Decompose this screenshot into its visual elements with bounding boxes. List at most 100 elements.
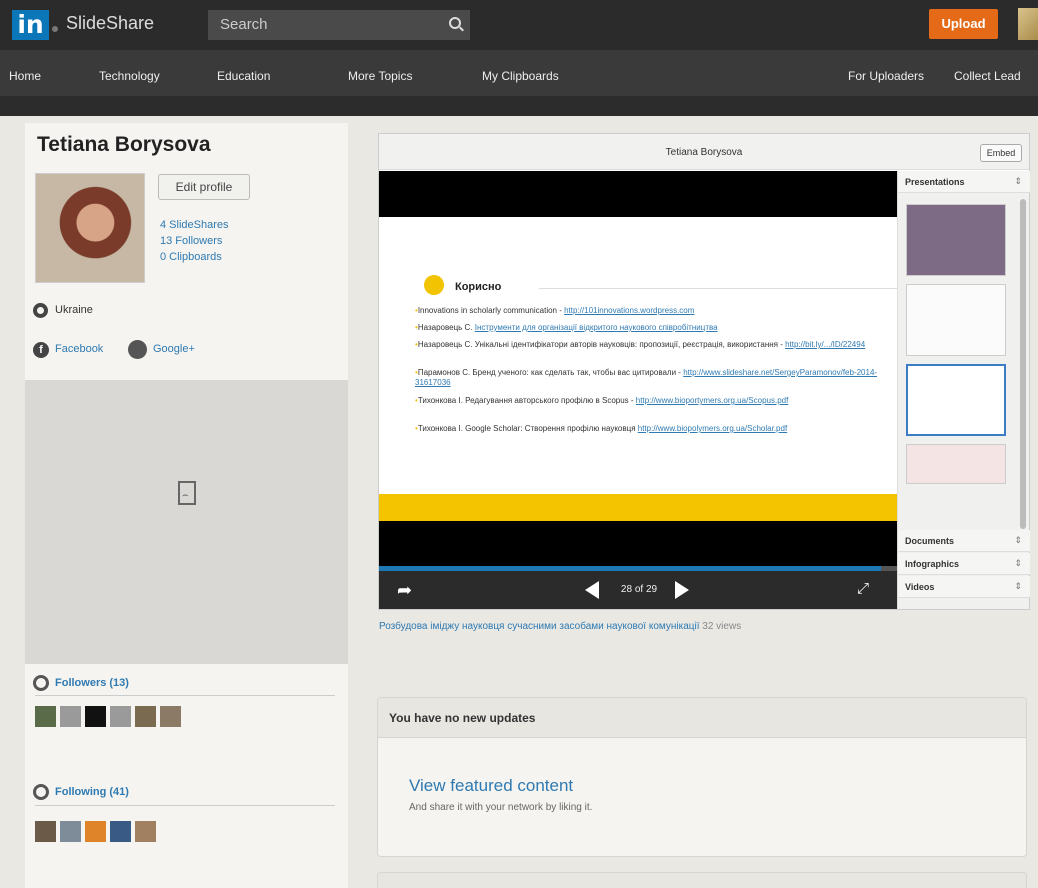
follower-avatar[interactable]: [160, 706, 181, 727]
related-thumbnail[interactable]: [906, 204, 1006, 276]
slide-yellow-band: [379, 494, 897, 521]
following-avatar[interactable]: [60, 821, 81, 842]
linkedin-logo[interactable]: in: [12, 10, 49, 40]
updates-panel: You have no new updates View featured co…: [377, 697, 1027, 857]
search-input[interactable]: Search: [208, 10, 470, 40]
slide-line: •Тихонкова І. Редагування авторського пр…: [415, 396, 789, 405]
chevron-icon: ⇕: [1014, 558, 1022, 568]
player-controls: ➦ 28 of 29 ⤢: [379, 571, 897, 609]
google-plus-icon[interactable]: [128, 340, 147, 359]
nav-my-clipboards[interactable]: My Clipboards: [482, 69, 559, 83]
following-avatar[interactable]: [135, 821, 156, 842]
presentation-title-link[interactable]: Розбудова іміджу науковця сучасними засо…: [379, 621, 700, 632]
slide-link[interactable]: http://bit.ly/.../ID/22494: [785, 340, 865, 349]
slide-line: •Назаровець С. Унікальні ідентифікатори …: [415, 340, 866, 349]
slide-bottom-bar: [379, 521, 897, 566]
slide-link[interactable]: http://www.bioportymers.org.ua/Scopus.pd…: [636, 396, 789, 405]
followers-title[interactable]: Followers (13): [55, 677, 129, 689]
next-slide-icon[interactable]: [675, 581, 689, 599]
view-featured-link[interactable]: View featured content: [409, 776, 573, 796]
profile-panel: Tetiana Borysova Edit profile 4 SlideSha…: [25, 123, 348, 888]
chevron-icon: ⇕: [1014, 581, 1022, 591]
follower-avatar[interactable]: [110, 706, 131, 727]
slide-line: •Innovations in scholarly communication …: [415, 306, 695, 315]
followers-divider: [35, 695, 335, 696]
slide-top-bar: [379, 171, 897, 217]
chevron-icon: ⇕: [1014, 535, 1022, 545]
related-thumbnail-active[interactable]: [906, 364, 1006, 436]
chevron-icon: ⇕: [1014, 176, 1022, 186]
related-thumbnail[interactable]: [906, 284, 1006, 356]
next-panel: [377, 872, 1027, 888]
location-pin-icon: [33, 303, 48, 318]
views-count: 32 views: [702, 621, 742, 632]
follower-avatar[interactable]: [135, 706, 156, 727]
tab-presentations[interactable]: Presentations ⇕: [898, 171, 1030, 193]
main-nav: Home Technology Education More Topics My…: [0, 50, 1038, 96]
profile-name: Tetiana Borysova: [37, 133, 211, 156]
slide-canvas[interactable]: Корисно •Innovations in scholarly commun…: [379, 171, 897, 609]
slide-counter: 28 of 29: [620, 584, 658, 595]
brand-name[interactable]: SlideShare: [66, 13, 154, 34]
sidebar-scrollbar[interactable]: [1020, 199, 1026, 529]
following-section-icon: [33, 784, 49, 800]
featured-subtext: And share it with your network by liking…: [409, 802, 593, 813]
facebook-icon[interactable]: f: [33, 342, 49, 358]
broken-document-icon: [178, 481, 196, 505]
updates-header: You have no new updates: [378, 698, 1026, 738]
tab-videos[interactable]: Videos ⇕: [898, 576, 1030, 598]
follower-avatar[interactable]: [60, 706, 81, 727]
edit-profile-button[interactable]: Edit profile: [158, 174, 250, 200]
followers-section-icon: [33, 675, 49, 691]
header-band: [0, 96, 1038, 116]
nav-home[interactable]: Home: [9, 69, 41, 83]
tab-infographics[interactable]: Infographics ⇕: [898, 553, 1030, 575]
viewer-title: Tetiana Borysova: [665, 147, 743, 158]
location-text: Ukraine: [55, 304, 93, 316]
following-title[interactable]: Following (41): [55, 786, 129, 798]
nav-technology[interactable]: Technology: [99, 69, 160, 83]
slide-badge-icon: [424, 275, 444, 295]
slide-line: •Тихонкова І. Google Scholar: Створення …: [415, 424, 788, 433]
slide-heading: Корисно: [455, 281, 502, 293]
following-avatar[interactable]: [85, 821, 106, 842]
profile-avatar[interactable]: [35, 173, 145, 283]
slideshow-viewer: Tetiana Borysova Embed Корисно •Innovati…: [378, 133, 1030, 610]
slide-link[interactable]: http://101innovations.wordpress.com: [564, 306, 694, 315]
viewer-header: Tetiana Borysova Embed: [379, 134, 1029, 170]
clipboards-count-link[interactable]: 0 Clipboards: [160, 251, 222, 263]
google-plus-link[interactable]: Google+: [153, 343, 195, 355]
ad-placeholder: [25, 380, 348, 664]
slide-line: •Назаровець С. Інструменти для організац…: [415, 323, 718, 332]
following-avatar[interactable]: [35, 821, 56, 842]
slide-link[interactable]: http://www.biopolymers.org.ua/Scholar.pd…: [638, 424, 787, 433]
nav-for-uploaders[interactable]: For Uploaders: [848, 69, 924, 83]
updates-title: You have no new updates: [389, 711, 536, 725]
follower-avatar[interactable]: [85, 706, 106, 727]
previous-slide-icon[interactable]: [585, 581, 599, 599]
fullscreen-icon[interactable]: ⤢: [857, 581, 869, 596]
following-avatar[interactable]: [110, 821, 131, 842]
search-icon[interactable]: [449, 17, 461, 29]
slide-divider: [539, 288, 897, 289]
embed-button[interactable]: Embed: [980, 144, 1022, 162]
followers-count-link[interactable]: 13 Followers: [160, 235, 222, 247]
follower-avatar[interactable]: [35, 706, 56, 727]
nav-education[interactable]: Education: [217, 69, 270, 83]
slide-line: •Парамонов С. Бренд ученого: как сделать…: [415, 368, 878, 387]
slideshares-count-link[interactable]: 4 SlideShares: [160, 219, 229, 231]
tab-documents[interactable]: Documents ⇕: [898, 530, 1030, 552]
search-placeholder: Search: [220, 16, 268, 33]
nav-more-topics[interactable]: More Topics: [348, 69, 412, 83]
nav-collect-leads[interactable]: Collect Lead: [954, 69, 1021, 83]
top-bar: in SlideShare Search Upload: [0, 0, 1038, 50]
facebook-link[interactable]: Facebook: [55, 343, 103, 355]
slide-link[interactable]: Інструменти для організації відкритого н…: [475, 323, 718, 332]
logo-dot-icon: [52, 26, 58, 32]
upload-button[interactable]: Upload: [929, 9, 998, 39]
related-thumbnail[interactable]: [906, 444, 1006, 484]
share-icon[interactable]: ➦: [397, 581, 412, 599]
related-sidebar: Presentations ⇕ Documents ⇕ Infographics ⇕ …: [897, 171, 1030, 609]
user-avatar[interactable]: [1018, 8, 1038, 40]
presentation-caption: Розбудова іміджу науковця сучасними засо…: [379, 621, 741, 632]
